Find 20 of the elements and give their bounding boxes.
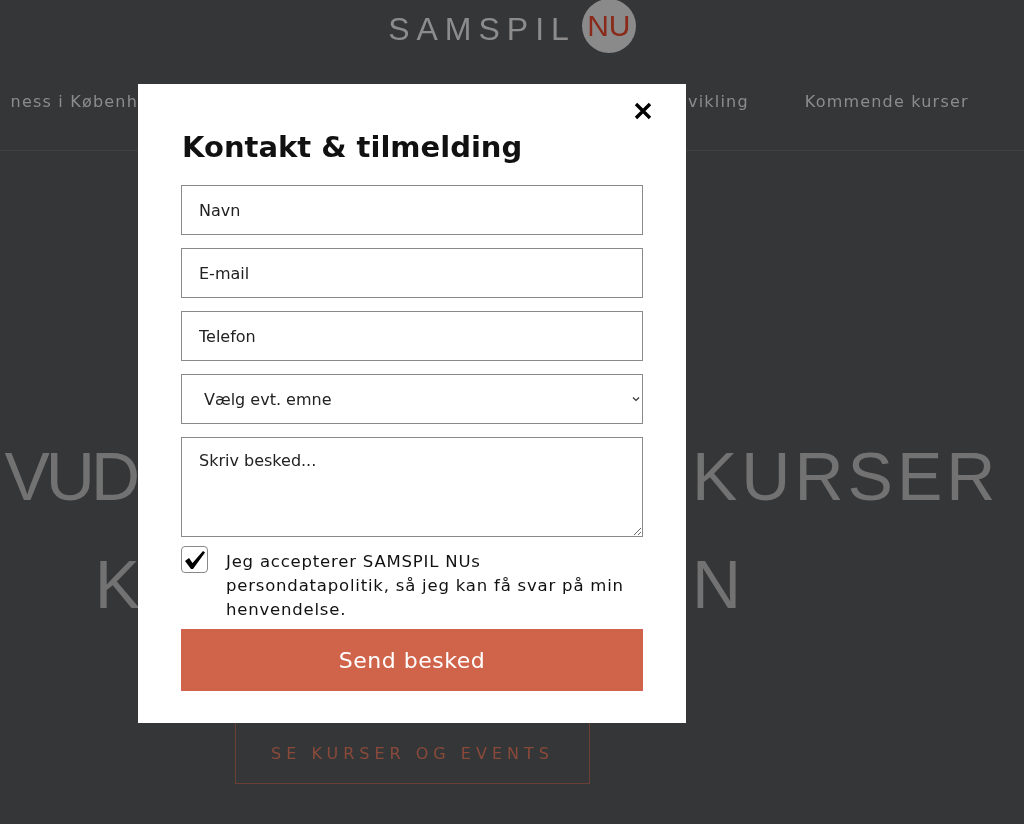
send-button[interactable]: Send besked	[181, 629, 643, 691]
nav-link[interactable]: vikling	[688, 92, 749, 150]
hero-heading: KURSER	[691, 437, 1001, 516]
logo-wordmark: SAMSPIL	[388, 11, 576, 48]
hero-heading: K	[94, 545, 138, 624]
hero-heading: VUD	[4, 437, 138, 516]
hero-heading: N	[691, 545, 747, 624]
topic-dropdown[interactable]: Vælg evt. emne	[181, 374, 643, 424]
consent-checkbox[interactable]	[181, 546, 208, 573]
consent-text: Jeg accepterer SAMSPIL NUs persondatapolitik, så jeg kan få svar på min henvendelse.	[226, 551, 625, 621]
nav-link[interactable]: ness i Københ	[10, 92, 138, 150]
text-field[interactable]: E-mail	[181, 248, 643, 298]
text-field[interactable]: Telefon	[181, 311, 643, 361]
dialog-title: Kontakt & tilmelding	[182, 130, 524, 164]
chevron-down-icon	[632, 396, 640, 402]
text-field[interactable]: Navn	[181, 185, 643, 235]
nav-link[interactable]: Kommende kurser	[804, 92, 969, 150]
close-icon[interactable]	[634, 102, 652, 120]
logo-badge: NU	[581, 0, 636, 53]
message-field[interactable]: Skriv besked...	[181, 437, 643, 537]
